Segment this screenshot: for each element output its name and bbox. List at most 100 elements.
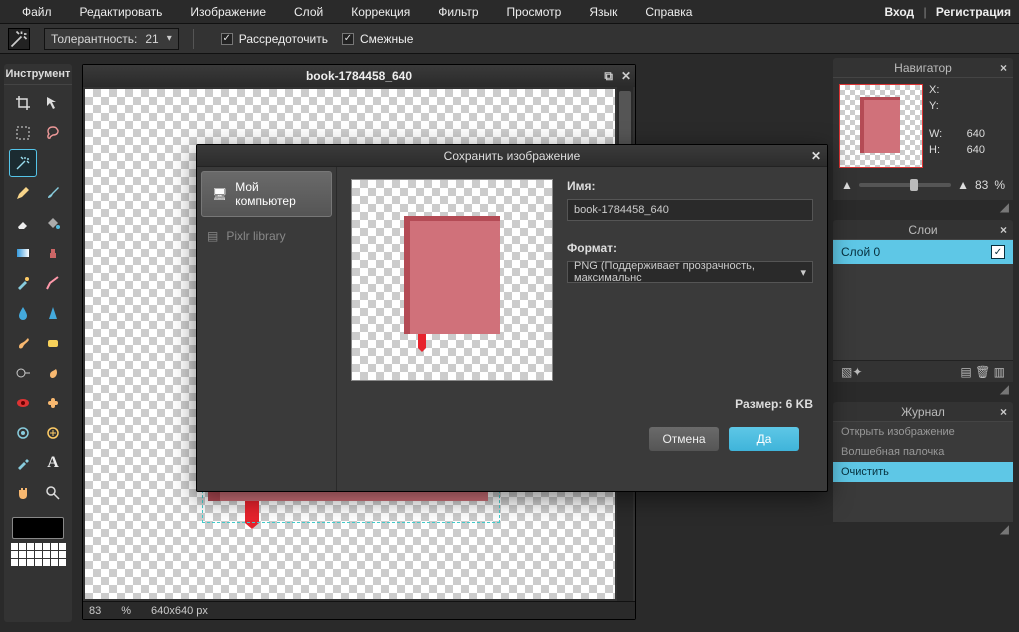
burn-tool-icon[interactable] bbox=[39, 359, 67, 387]
tolerance-control[interactable]: Толерантность: 21 ▾ bbox=[44, 28, 179, 50]
antialias-label: Рассредоточить bbox=[239, 32, 328, 46]
nav-h-label: H: bbox=[929, 144, 940, 156]
spot-heal-icon[interactable] bbox=[39, 389, 67, 417]
contiguous-label: Смежные bbox=[360, 32, 413, 46]
blur-tool-icon[interactable] bbox=[9, 299, 37, 327]
marquee-tool-icon[interactable] bbox=[9, 119, 37, 147]
wand-tool-icon[interactable] bbox=[9, 149, 37, 177]
nav-zoom-unit: % bbox=[994, 178, 1005, 192]
bloat-tool-icon[interactable] bbox=[9, 419, 37, 447]
resize-grip-icon[interactable]: ◢ bbox=[833, 382, 1013, 396]
menu-filter[interactable]: Фильтр bbox=[424, 5, 492, 19]
replace-color-icon[interactable] bbox=[9, 269, 37, 297]
hand-tool-icon[interactable] bbox=[9, 479, 37, 507]
menu-image[interactable]: Изображение bbox=[176, 5, 280, 19]
menu-layer[interactable]: Слой bbox=[280, 5, 337, 19]
zoom-slider[interactable] bbox=[859, 183, 951, 187]
filename-input[interactable] bbox=[567, 199, 813, 221]
history-item[interactable]: Открыть изображение bbox=[833, 422, 1013, 442]
sidebar-item-library[interactable]: ▤ Pixlr library bbox=[197, 221, 336, 251]
menu-file[interactable]: Файл bbox=[8, 5, 66, 19]
sponge-tool-icon[interactable] bbox=[39, 329, 67, 357]
move-tool-icon[interactable] bbox=[39, 89, 67, 117]
toolbox-panel: Инструмент A bbox=[4, 64, 72, 622]
document-titlebar[interactable]: book-1784458_640 ⧉ ✕ bbox=[83, 65, 635, 87]
menu-adjust[interactable]: Коррекция bbox=[337, 5, 424, 19]
navigator-thumbnail[interactable] bbox=[839, 84, 923, 168]
menu-bar: Файл Редактировать Изображение Слой Корр… bbox=[0, 0, 1019, 24]
dodge-tool-icon[interactable] bbox=[9, 359, 37, 387]
empty-slot bbox=[39, 149, 67, 177]
eraser-tool-icon[interactable] bbox=[9, 209, 37, 237]
pencil-tool-icon[interactable] bbox=[9, 179, 37, 207]
draw-tool-icon[interactable] bbox=[39, 269, 67, 297]
navigator-panel: Навигатор × X: Y: W:640 H:640 ▲ ▲ bbox=[833, 58, 1013, 214]
sidebar-item-computer[interactable]: 🖥 Мой компьютер bbox=[201, 171, 332, 217]
resize-grip-icon[interactable]: ◢ bbox=[833, 522, 1013, 536]
login-link[interactable]: Вход bbox=[884, 5, 914, 19]
dialog-titlebar[interactable]: Сохранить изображение ✕ bbox=[197, 145, 827, 167]
resize-grip-icon[interactable]: ◢ bbox=[833, 200, 1013, 214]
zoom-out-icon[interactable]: ▲ bbox=[841, 178, 853, 192]
nav-h-value: 640 bbox=[967, 144, 985, 156]
gradient-tool-icon[interactable] bbox=[9, 239, 37, 267]
menu-edit[interactable]: Редактировать bbox=[66, 5, 177, 19]
zoom-unit: % bbox=[121, 605, 131, 617]
save-dialog: Сохранить изображение ✕ 🖥 Мой компьютер … bbox=[196, 144, 828, 492]
redeye-tool-icon[interactable] bbox=[9, 389, 37, 417]
menu-view[interactable]: Просмотр bbox=[493, 5, 576, 19]
toolbox-title: Инструмент bbox=[4, 64, 72, 85]
picker-tool-icon[interactable] bbox=[9, 449, 37, 477]
close-icon[interactable]: × bbox=[1000, 405, 1007, 419]
close-icon[interactable]: ✕ bbox=[621, 69, 631, 84]
dialog-title: Сохранить изображение bbox=[444, 149, 581, 163]
pinch-tool-icon[interactable] bbox=[39, 419, 67, 447]
color-swatches[interactable] bbox=[12, 517, 64, 539]
layers-title: Слои bbox=[908, 223, 937, 237]
auth-links: Вход | Регистрация bbox=[884, 5, 1011, 19]
menu-help[interactable]: Справка bbox=[631, 5, 706, 19]
palette-grid[interactable] bbox=[11, 543, 66, 566]
close-icon[interactable]: ✕ bbox=[811, 149, 821, 163]
ok-button[interactable]: Да bbox=[729, 427, 799, 451]
save-preview bbox=[351, 179, 553, 381]
tolerance-label: Толерантность: bbox=[51, 32, 137, 46]
save-destination-sidebar: 🖥 Мой компьютер ▤ Pixlr library bbox=[197, 167, 337, 491]
navigator-info: X: Y: W:640 H:640 bbox=[929, 84, 985, 168]
close-icon[interactable]: × bbox=[1000, 223, 1007, 237]
crop-tool-icon[interactable] bbox=[9, 89, 37, 117]
tolerance-value: 21 bbox=[145, 32, 158, 46]
contiguous-checkbox[interactable]: ✓ Смежные bbox=[342, 32, 413, 46]
navigator-title: Навигатор bbox=[894, 61, 952, 75]
cancel-button[interactable]: Отмена bbox=[649, 427, 719, 451]
navigator-zoom: ▲ ▲ 83 % bbox=[833, 174, 1013, 200]
visibility-checkbox[interactable]: ✓ bbox=[991, 245, 1005, 259]
smudge-tool-icon[interactable] bbox=[9, 329, 37, 357]
brush-tool-icon[interactable] bbox=[39, 179, 67, 207]
zoom-in-icon[interactable]: ▲ bbox=[957, 178, 969, 192]
type-tool-icon[interactable]: A bbox=[39, 449, 67, 477]
layer-row[interactable]: Слой 0 ✓ bbox=[833, 240, 1013, 264]
layer-new-icon[interactable]: ▧✦ bbox=[841, 365, 862, 379]
layer-tools-icons[interactable]: ▤ 🗑 ▥ bbox=[960, 365, 1005, 379]
bucket-tool-icon[interactable] bbox=[39, 209, 67, 237]
checkmark-icon: ✓ bbox=[342, 33, 354, 45]
maximize-icon[interactable]: ⧉ bbox=[604, 69, 613, 84]
zoom-tool-icon[interactable] bbox=[39, 479, 67, 507]
history-panel: Журнал × Открыть изображение Волшебная п… bbox=[833, 402, 1013, 536]
history-item[interactable]: Волшебная палочка bbox=[833, 442, 1013, 462]
lasso-tool-icon[interactable] bbox=[39, 119, 67, 147]
canvas-dimensions: 640x640 px bbox=[151, 605, 208, 617]
sharpen-tool-icon[interactable] bbox=[39, 299, 67, 327]
format-select[interactable]: PNG (Поддерживает прозрачность, максимал… bbox=[567, 261, 813, 283]
clone-tool-icon[interactable] bbox=[39, 239, 67, 267]
register-link[interactable]: Регистрация bbox=[936, 5, 1011, 19]
close-icon[interactable]: × bbox=[1000, 61, 1007, 75]
nav-y-label: Y: bbox=[929, 100, 939, 112]
antialias-checkbox[interactable]: ✓ Рассредоточить bbox=[221, 32, 328, 46]
zoom-value: 83 bbox=[89, 605, 101, 617]
menu-lang[interactable]: Язык bbox=[575, 5, 631, 19]
checkmark-icon: ✓ bbox=[221, 33, 233, 45]
history-item[interactable]: Очистить bbox=[833, 462, 1013, 482]
sidebar-item-label: Мой компьютер bbox=[235, 180, 321, 208]
